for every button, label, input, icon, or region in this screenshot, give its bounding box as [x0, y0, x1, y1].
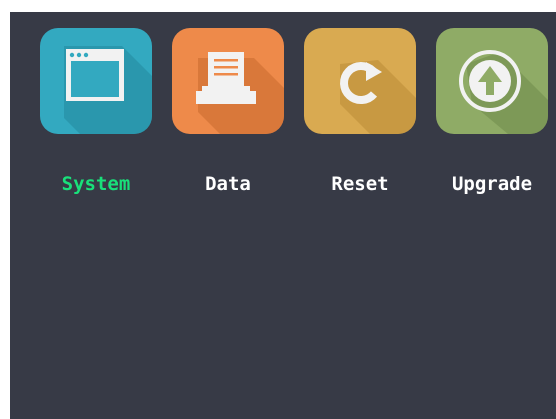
menu-item-data[interactable]: Data	[172, 28, 294, 198]
upgrade-arrow-icon	[459, 50, 548, 134]
data-label: Data	[205, 173, 251, 195]
menu-item-system[interactable]: System	[40, 28, 162, 198]
data-tile[interactable]	[172, 28, 284, 134]
upgrade-label: Upgrade	[451, 173, 533, 195]
menu-item-upgrade[interactable]: Upgrade	[436, 28, 556, 198]
reset-arrow-icon	[340, 60, 416, 134]
reset-label: Reset	[331, 173, 389, 195]
data-tray-icon	[196, 52, 284, 134]
reset-tile[interactable]	[304, 28, 416, 134]
settings-screen: System Data Reset Upgrade	[10, 12, 556, 419]
system-label: System	[61, 173, 131, 195]
menu-item-reset[interactable]: Reset	[304, 28, 426, 198]
system-window-icon	[64, 46, 152, 134]
upgrade-tile[interactable]	[436, 28, 548, 134]
system-tile[interactable]	[40, 28, 152, 134]
